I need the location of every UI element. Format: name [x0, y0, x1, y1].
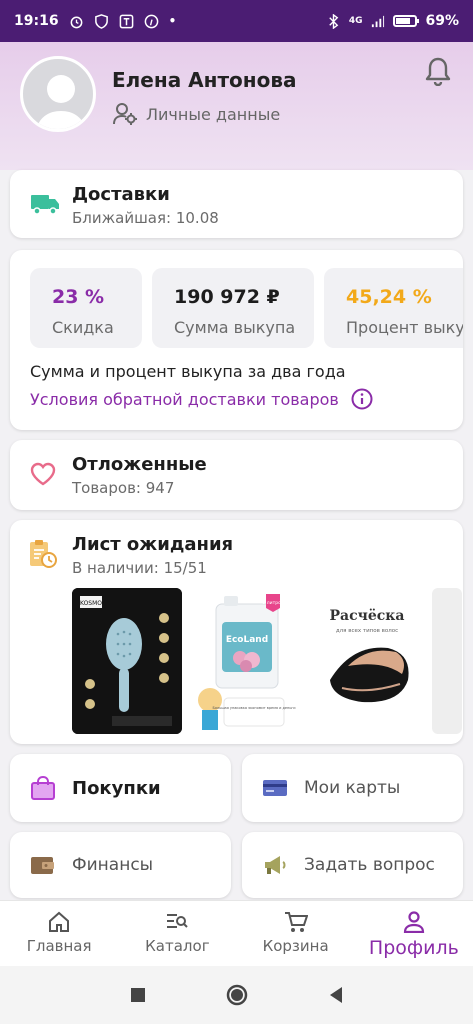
product-card-ecoland[interactable]: EcoLand 5 литров Большая упаковка эконом… [192, 588, 302, 734]
stats-row: 23 % Скидка 190 972 ₽ Сумма выкупа 45,24… [30, 268, 463, 348]
nav-catalog-label: Каталог [145, 937, 210, 955]
bluetooth-icon [329, 13, 339, 29]
delivery-card[interactable]: Доставки Ближайшая: 10.08 [10, 170, 463, 238]
system-navigation [0, 966, 473, 1024]
deferred-subtitle: Товаров: 947 [72, 479, 175, 497]
user-settings-icon [113, 103, 137, 125]
wallet-icon [31, 857, 54, 874]
deferred-title: Отложенные [72, 454, 207, 475]
bottom-navigation: Главная Каталог Корзина Профиль [0, 900, 473, 966]
nav-cart-label: Корзина [262, 937, 329, 955]
ask-question-tile[interactable]: Задать вопрос [242, 832, 463, 898]
nav-home-label: Главная [26, 937, 92, 955]
user-name: Елена Антонова [112, 68, 297, 92]
deferred-card[interactable]: Отложенные Товаров: 947 [10, 440, 463, 510]
waitlist-subtitle: В наличии: 15/51 [72, 559, 207, 577]
product-badge: 5 литров [263, 600, 284, 606]
stat-discount: 23 % Скидка [30, 268, 142, 348]
shopping-bag-icon [31, 776, 55, 800]
signal-icon [372, 15, 385, 27]
nav-catalog[interactable]: Каталог [118, 901, 236, 966]
pinterest-icon [144, 14, 158, 28]
stat-label: Процент выкупа [346, 318, 463, 337]
product-brand: KOSMO [80, 600, 102, 607]
product-brand: EcoLand [226, 635, 268, 645]
purchases-label: Покупки [72, 777, 161, 799]
cart-icon [284, 912, 308, 932]
product-card-hairbrush[interactable]: KOSMO [72, 588, 182, 734]
network-type: 4G [348, 16, 363, 26]
stats-note: Сумма и процент выкупа за два года [30, 362, 346, 381]
ask-question-label: Задать вопрос [304, 855, 435, 875]
more-notifications-icon: • [168, 14, 177, 28]
stat-value: 45,24 % [346, 286, 432, 308]
return-conditions-link[interactable]: Условия обратной доставки товаров [30, 388, 373, 410]
return-link-label: Условия обратной доставки товаров [30, 389, 339, 409]
stat-label: Сумма выкупа [174, 318, 296, 337]
catalog-search-icon [167, 914, 189, 928]
status-bar: 19:16 • 4G 69% [0, 0, 473, 42]
delivery-title: Доставки [72, 184, 170, 205]
waitlist-products: KOSMO EcoLand 5 литров Большая упаковка … [72, 588, 462, 734]
home-button-icon[interactable] [226, 984, 248, 1006]
product-subtitle: для всех типов волос [336, 628, 398, 634]
bell-icon[interactable] [425, 56, 451, 86]
stats-card: 23 % Скидка 190 972 ₽ Сумма выкупа 45,24… [10, 250, 463, 430]
status-time: 19:16 [14, 13, 59, 29]
battery-icon [393, 15, 420, 27]
info-icon[interactable] [351, 388, 373, 410]
profile-header: Елена Антонова Личные данные [0, 42, 473, 170]
alarm-icon [70, 16, 82, 28]
heart-icon [30, 462, 56, 486]
finance-tile[interactable]: Финансы [10, 832, 231, 898]
stat-label: Скидка [52, 318, 114, 337]
personal-data-link[interactable]: Личные данные [112, 102, 280, 126]
back-icon[interactable] [328, 986, 344, 1004]
waitlist-card[interactable]: Лист ожидания В наличии: 15/51 KOSMO Eco… [10, 520, 463, 744]
avatar[interactable] [20, 56, 96, 132]
product-image: EcoLand 5 литров Большая упаковка эконом… [192, 588, 302, 734]
product-card-comb[interactable]: Расчёска для всех типов волос [312, 588, 422, 734]
battery-level: 69% [425, 13, 459, 29]
megaphone-icon [265, 856, 286, 874]
product-image: Расчёска для всех типов волос [312, 588, 422, 734]
product-card-partial[interactable] [432, 588, 462, 734]
personal-data-label: Личные данные [146, 104, 281, 124]
finance-label: Финансы [72, 855, 154, 875]
nav-home[interactable]: Главная [0, 901, 118, 966]
my-cards-tile[interactable]: Мои карты [242, 754, 463, 822]
avatar-placeholder-icon [36, 75, 86, 129]
app-notification-icon [119, 14, 133, 28]
shield-icon [94, 13, 108, 29]
recent-apps-icon[interactable] [130, 987, 146, 1003]
product-image: KOSMO [72, 588, 182, 734]
nav-profile[interactable]: Профиль [355, 901, 473, 966]
credit-card-icon [263, 780, 287, 796]
delivery-subtitle: Ближайшая: 10.08 [72, 209, 219, 227]
profile-icon [403, 911, 424, 933]
my-cards-label: Мои карты [304, 778, 401, 798]
stat-purchase-percent: 45,24 % Процент выкупа [324, 268, 463, 348]
product-title: Расчёска [330, 608, 405, 624]
stat-value: 190 972 ₽ [174, 286, 280, 308]
nav-cart[interactable]: Корзина [237, 901, 355, 966]
truck-icon [31, 195, 59, 215]
stat-purchase-sum: 190 972 ₽ Сумма выкупа [152, 268, 314, 348]
nav-profile-label: Профиль [368, 937, 459, 959]
purchases-tile[interactable]: Покупки [10, 754, 231, 822]
waitlist-title: Лист ожидания [72, 534, 234, 555]
product-tagline: Большая упаковка экономит время и деньги [213, 706, 296, 710]
home-icon [49, 911, 70, 932]
stat-value: 23 % [52, 286, 105, 308]
clipboard-clock-icon [30, 540, 57, 568]
